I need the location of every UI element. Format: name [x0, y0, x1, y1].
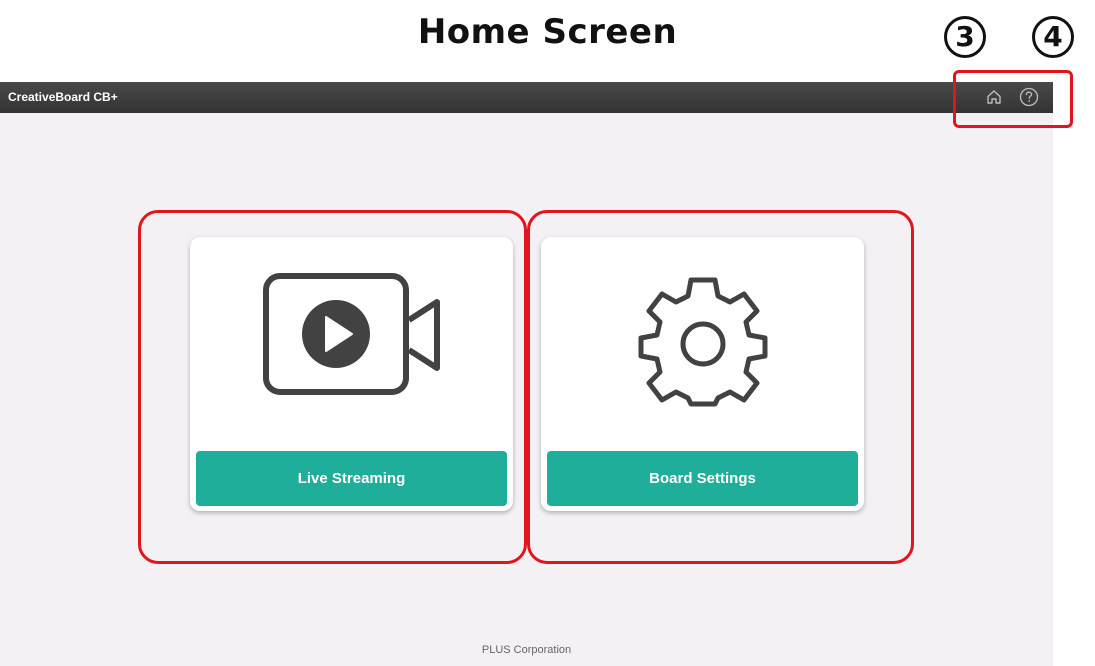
board-settings-card[interactable]: Board Settings: [541, 237, 864, 511]
help-icon[interactable]: [1018, 86, 1040, 108]
video-camera-play-icon: [262, 272, 442, 406]
callout-number-3: 3: [944, 16, 986, 58]
app-window: CreativeBoard CB+ Live Streaming Board S…: [0, 82, 1053, 666]
home-icon[interactable]: [983, 86, 1005, 108]
callout-number-4: 4: [1032, 16, 1074, 58]
gear-icon: [633, 272, 773, 416]
page-title: Home Screen: [417, 12, 678, 52]
annotated-screenshot: Home Screen 1 2 3 4 CreativeBoard CB+: [0, 0, 1095, 666]
title-bar: CreativeBoard CB+: [0, 82, 1053, 113]
live-streaming-card[interactable]: Live Streaming: [190, 237, 513, 511]
board-settings-button[interactable]: Board Settings: [547, 451, 858, 506]
app-name: CreativeBoard CB+: [8, 90, 118, 104]
live-streaming-button[interactable]: Live Streaming: [196, 451, 507, 506]
footer-company: PLUS Corporation: [481, 644, 572, 656]
